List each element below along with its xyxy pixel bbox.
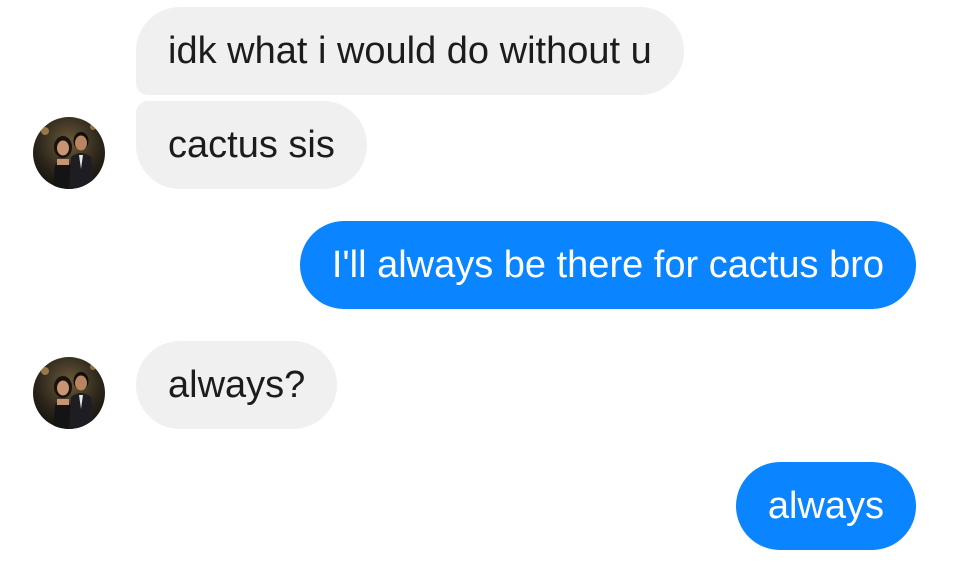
contact-avatar[interactable]: [33, 357, 105, 429]
incoming-message-bubble[interactable]: always?: [136, 341, 338, 429]
message-text: always?: [168, 364, 306, 406]
message-text: idk what i would do without u: [168, 30, 652, 72]
outgoing-message-bubble[interactable]: always: [735, 462, 916, 550]
outgoing-message-bubble[interactable]: I'll always be there for cactus bro: [299, 221, 916, 309]
incoming-message-bubble[interactable]: cactus sis: [136, 101, 367, 189]
message-text: always: [767, 485, 884, 527]
message-text: cactus sis: [168, 124, 335, 166]
contact-avatar[interactable]: [33, 117, 105, 189]
contact-photo-avatar-icon: [33, 357, 105, 429]
message-text: I'll always be there for cactus bro: [331, 244, 884, 286]
contact-photo-avatar-icon: [33, 117, 105, 189]
incoming-message-bubble[interactable]: idk what i would do without u: [136, 7, 684, 95]
